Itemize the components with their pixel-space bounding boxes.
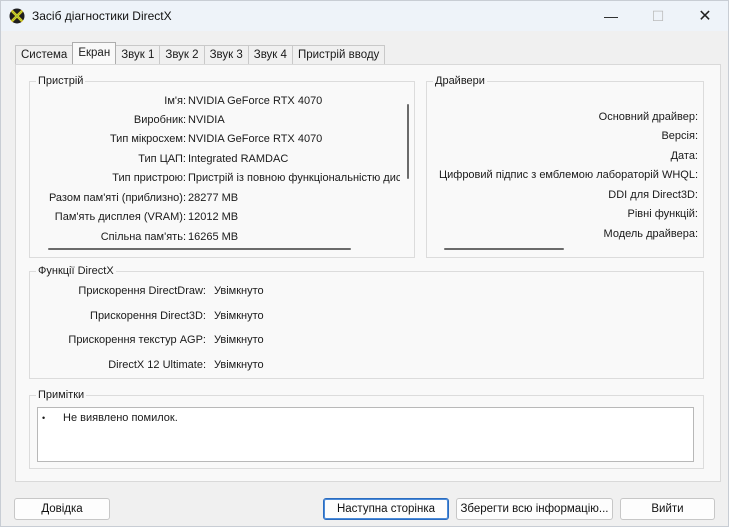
device-type-value: Пристрій із повною функціональністю дис [188, 172, 400, 184]
help-button[interactable]: Довідка [14, 498, 110, 520]
notes-group: Примітки • Не виявлено помилок. [29, 389, 704, 469]
chip-type-value: NVIDIA GeForce RTX 4070 [188, 133, 323, 145]
minimize-button[interactable]: — [588, 1, 634, 31]
notes-textbox[interactable]: • Не виявлено помилок. [37, 407, 694, 462]
save-all-info-button[interactable]: Зберегти всю інформацію... [456, 498, 613, 520]
device-group: Пристрій Ім'я: NVIDIA GeForce RTX 4070 В… [29, 75, 415, 258]
driver-date-label: Дата: [670, 150, 698, 162]
tab-system[interactable]: Система [15, 45, 74, 64]
device-name-value: NVIDIA GeForce RTX 4070 [188, 95, 323, 107]
direct3d-label: Прискорення Direct3D: [90, 310, 206, 322]
vram-value: 12012 MB [188, 211, 239, 223]
agp-texture-value: Увімкнуто [214, 334, 264, 346]
window-title: Засіб діагностики DirectX [32, 9, 172, 23]
device-name-label: Ім'я: [164, 95, 186, 107]
chip-type-label: Тип мікросхем: [109, 133, 186, 145]
direct3d-value: Увімкнуто [214, 310, 264, 322]
directx-features-group: Функції DirectX Прискорення DirectDraw: … [29, 265, 704, 379]
drivers-group: Драйвери Основний драйвер: Версія: Дата:… [426, 75, 704, 258]
dx12-ultimate-label: DirectX 12 Ultimate: [108, 359, 206, 371]
dx12-ultimate-value: Увімкнуто [214, 359, 264, 371]
directx-app-icon [9, 8, 25, 24]
shared-memory-label: Спільна пам'ять: [100, 231, 186, 243]
manufacturer-value: NVIDIA [188, 114, 225, 126]
feature-levels-label: Рівні функцій: [627, 208, 698, 220]
tab-input[interactable]: Пристрій вводу [291, 45, 386, 64]
notes-group-title: Примітки [36, 389, 87, 401]
drivers-horizontal-scrollbar[interactable] [444, 248, 564, 250]
exit-button[interactable]: Вийти [620, 498, 715, 520]
title-bar: Засіб діагностики DirectX — ☐ ✕ [1, 1, 728, 31]
device-info-list[interactable]: Ім'я: NVIDIA GeForce RTX 4070 Виробник: … [30, 82, 414, 257]
shared-memory-value: 16265 MB [188, 231, 239, 243]
tab-sound-3[interactable]: Звук 3 [203, 45, 249, 64]
note-bullet: • [42, 413, 46, 423]
directdraw-label: Прискорення DirectDraw: [78, 285, 206, 297]
whql-signature-label: Цифровий підпис з емблемою лабораторій W… [438, 169, 698, 181]
display-tab-panel: Пристрій Ім'я: NVIDIA GeForce RTX 4070 В… [15, 64, 721, 482]
tab-display[interactable]: Екран [72, 42, 117, 64]
device-type-label: Тип пристрою: [112, 172, 186, 184]
driver-model-label: Модель драйвера: [603, 228, 698, 240]
vram-label: Пам'ять дисплея (VRAM): [54, 211, 186, 223]
ddi-direct3d-label: DDI для Direct3D: [608, 189, 698, 201]
device-horizontal-scrollbar[interactable] [48, 248, 351, 250]
dac-type-label: Тип ЦАП: [138, 153, 186, 165]
close-button[interactable]: ✕ [682, 1, 728, 31]
maximize-button[interactable]: ☐ [635, 1, 681, 31]
tab-sound-4[interactable]: Звук 4 [247, 45, 293, 64]
directx-features-title: Функції DirectX [36, 265, 116, 277]
tab-sound-2[interactable]: Звук 2 [159, 45, 205, 64]
total-memory-label: Разом пам'яті (приблизно): [48, 192, 186, 204]
driver-version-label: Версія: [661, 130, 698, 142]
manufacturer-label: Виробник: [133, 114, 186, 126]
tab-strip: Система Екран Звук 1 Звук 2 Звук 3 Звук … [15, 42, 386, 64]
next-page-button[interactable]: Наступна сторінка [323, 498, 449, 520]
total-memory-value: 28277 MB [188, 192, 239, 204]
main-driver-label: Основний драйвер: [598, 111, 698, 123]
agp-texture-label: Прискорення текстур AGP: [68, 334, 206, 346]
tab-sound-1[interactable]: Звук 1 [115, 45, 161, 64]
note-item: Не виявлено помилок. [63, 412, 178, 424]
dac-type-value: Integrated RAMDAC [188, 153, 289, 165]
dxdiag-window: Засіб діагностики DirectX — ☐ ✕ Система … [0, 0, 729, 527]
directdraw-value: Увімкнуто [214, 285, 264, 297]
drivers-info-list[interactable]: Основний драйвер: Версія: Дата: Цифровий… [427, 82, 703, 257]
device-vertical-scrollbar[interactable] [407, 104, 409, 179]
